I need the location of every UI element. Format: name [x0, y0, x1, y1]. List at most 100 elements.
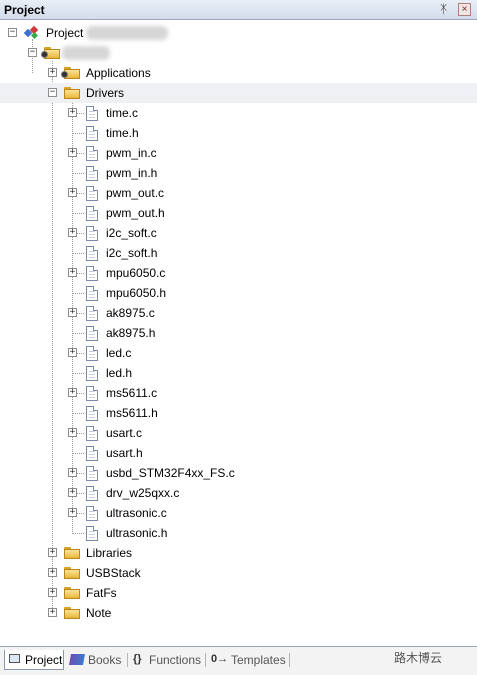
- tree-file-row[interactable]: + usbd_STM32F4xx_FS.c: [0, 463, 477, 483]
- tree-file-row[interactable]: + mpu6050.c: [0, 263, 477, 283]
- tree-file-label: ak8975.c: [106, 306, 155, 320]
- expand-toggle[interactable]: +: [68, 188, 77, 197]
- file-icon: [86, 186, 98, 201]
- expand-toggle[interactable]: +: [68, 488, 77, 497]
- tree-guide: [72, 333, 84, 334]
- file-icon: [86, 386, 98, 401]
- tab-separator: [289, 653, 290, 667]
- tree-file-label: ms5611.c: [106, 386, 158, 400]
- expand-toggle[interactable]: +: [68, 508, 77, 517]
- file-icon: [86, 206, 98, 221]
- close-icon[interactable]: ×: [458, 3, 471, 16]
- expand-toggle[interactable]: +: [68, 468, 77, 477]
- file-icon: [86, 286, 98, 301]
- tree-file-label: pwm_out.c: [106, 186, 165, 200]
- tab-functions[interactable]: {} Functions: [133, 650, 203, 670]
- tree-root-row[interactable]: − Project: [0, 23, 477, 43]
- tree-file-row[interactable]: ms5611.h: [0, 403, 477, 423]
- tab-books[interactable]: Books: [68, 650, 126, 670]
- tree-group-drivers[interactable]: − Drivers: [0, 83, 477, 103]
- expand-toggle[interactable]: +: [48, 608, 57, 617]
- tree-file-row[interactable]: + drv_w25qxx.c: [0, 483, 477, 503]
- expand-toggle[interactable]: +: [68, 428, 77, 437]
- tree-file-row[interactable]: pwm_in.h: [0, 163, 477, 183]
- expand-toggle[interactable]: +: [48, 568, 57, 577]
- pin-icon[interactable]: ᛡ: [440, 2, 447, 16]
- tree-file-label: ultrasonic.c: [106, 506, 167, 520]
- tree-group-row[interactable]: + USBStack: [0, 563, 477, 583]
- file-icon: [86, 526, 98, 541]
- tree-file-label: usbd_STM32F4xx_FS.c: [106, 466, 235, 480]
- file-icon: [86, 306, 98, 321]
- expand-toggle[interactable]: +: [48, 68, 57, 77]
- folder-icon: [64, 587, 80, 599]
- tree-guide: [72, 213, 84, 214]
- file-icon: [86, 246, 98, 261]
- file-icon: [86, 266, 98, 281]
- expand-toggle[interactable]: +: [68, 348, 77, 357]
- file-icon: [86, 346, 98, 361]
- tree-group-row[interactable]: + Libraries: [0, 543, 477, 563]
- tree-file-row[interactable]: time.h: [0, 123, 477, 143]
- tree-group-applications[interactable]: + Applications: [0, 63, 477, 83]
- tree-group-label: USBStack: [86, 566, 141, 580]
- tab-templates[interactable]: 0→ Templates: [211, 650, 287, 670]
- file-icon: [86, 366, 98, 381]
- tree-group-row[interactable]: + FatFs: [0, 583, 477, 603]
- target-folder-icon: [41, 47, 60, 59]
- tree-file-label: i2c_soft.c: [106, 226, 157, 240]
- tree-file-row[interactable]: i2c_soft.h: [0, 243, 477, 263]
- tree-file-row[interactable]: + pwm_in.c: [0, 143, 477, 163]
- tree-file-row[interactable]: + i2c_soft.c: [0, 223, 477, 243]
- file-icon: [86, 486, 98, 501]
- expand-toggle[interactable]: +: [48, 548, 57, 557]
- tree-file-label: usart.h: [106, 446, 143, 460]
- tree-file-label: ms5611.h: [106, 406, 158, 420]
- tree-file-row[interactable]: ak8975.h: [0, 323, 477, 343]
- collapse-toggle[interactable]: −: [48, 88, 57, 97]
- expand-toggle[interactable]: +: [68, 388, 77, 397]
- tree-file-row[interactable]: + time.c: [0, 103, 477, 123]
- tree-file-row[interactable]: ultrasonic.h: [0, 523, 477, 543]
- folder-icon: [64, 567, 80, 579]
- tree-target-row[interactable]: −: [0, 43, 477, 63]
- tree-file-label: ultrasonic.h: [106, 526, 168, 540]
- expand-toggle[interactable]: +: [68, 148, 77, 157]
- tree-file-label: led.h: [106, 366, 133, 380]
- tab-label: Functions: [149, 653, 202, 667]
- tab-project[interactable]: Project: [4, 650, 64, 670]
- tree-file-row[interactable]: + led.c: [0, 343, 477, 363]
- tree-root-label: Project: [46, 26, 84, 40]
- expand-toggle[interactable]: +: [68, 308, 77, 317]
- tree-guide: [72, 373, 84, 374]
- tree-group-row[interactable]: + Note: [0, 603, 477, 623]
- tree-file-row[interactable]: pwm_out.h: [0, 203, 477, 223]
- expand-toggle[interactable]: +: [48, 588, 57, 597]
- watermark-text: 路木博云: [394, 651, 443, 665]
- tree-file-row[interactable]: + ak8975.c: [0, 303, 477, 323]
- file-icon: [86, 126, 98, 141]
- tree-file-row[interactable]: + ultrasonic.c: [0, 503, 477, 523]
- collapse-toggle[interactable]: −: [28, 48, 37, 57]
- tree-group-label: Applications: [86, 66, 151, 80]
- tree-group-label: Libraries: [86, 546, 133, 560]
- tree-file-label: ak8975.h: [106, 326, 156, 340]
- tree-file-row[interactable]: + pwm_out.c: [0, 183, 477, 203]
- expand-toggle[interactable]: +: [68, 268, 77, 277]
- tree-file-row[interactable]: + usart.c: [0, 423, 477, 443]
- tree-file-label: time.c: [106, 106, 139, 120]
- folder-icon: [61, 67, 80, 79]
- file-icon: [86, 226, 98, 241]
- tree-group-label: FatFs: [86, 586, 117, 600]
- expand-toggle[interactable]: +: [68, 108, 77, 117]
- tree-file-row[interactable]: usart.h: [0, 443, 477, 463]
- tree-file-label: i2c_soft.h: [106, 246, 158, 260]
- tree-file-row[interactable]: led.h: [0, 363, 477, 383]
- folder-open-icon: [64, 87, 80, 99]
- collapse-toggle[interactable]: −: [8, 28, 17, 37]
- expand-toggle[interactable]: +: [68, 228, 77, 237]
- tree-guide: [72, 453, 84, 454]
- tree-guide: [72, 253, 84, 254]
- tree-file-row[interactable]: + ms5611.c: [0, 383, 477, 403]
- tree-file-row[interactable]: mpu6050.h: [0, 283, 477, 303]
